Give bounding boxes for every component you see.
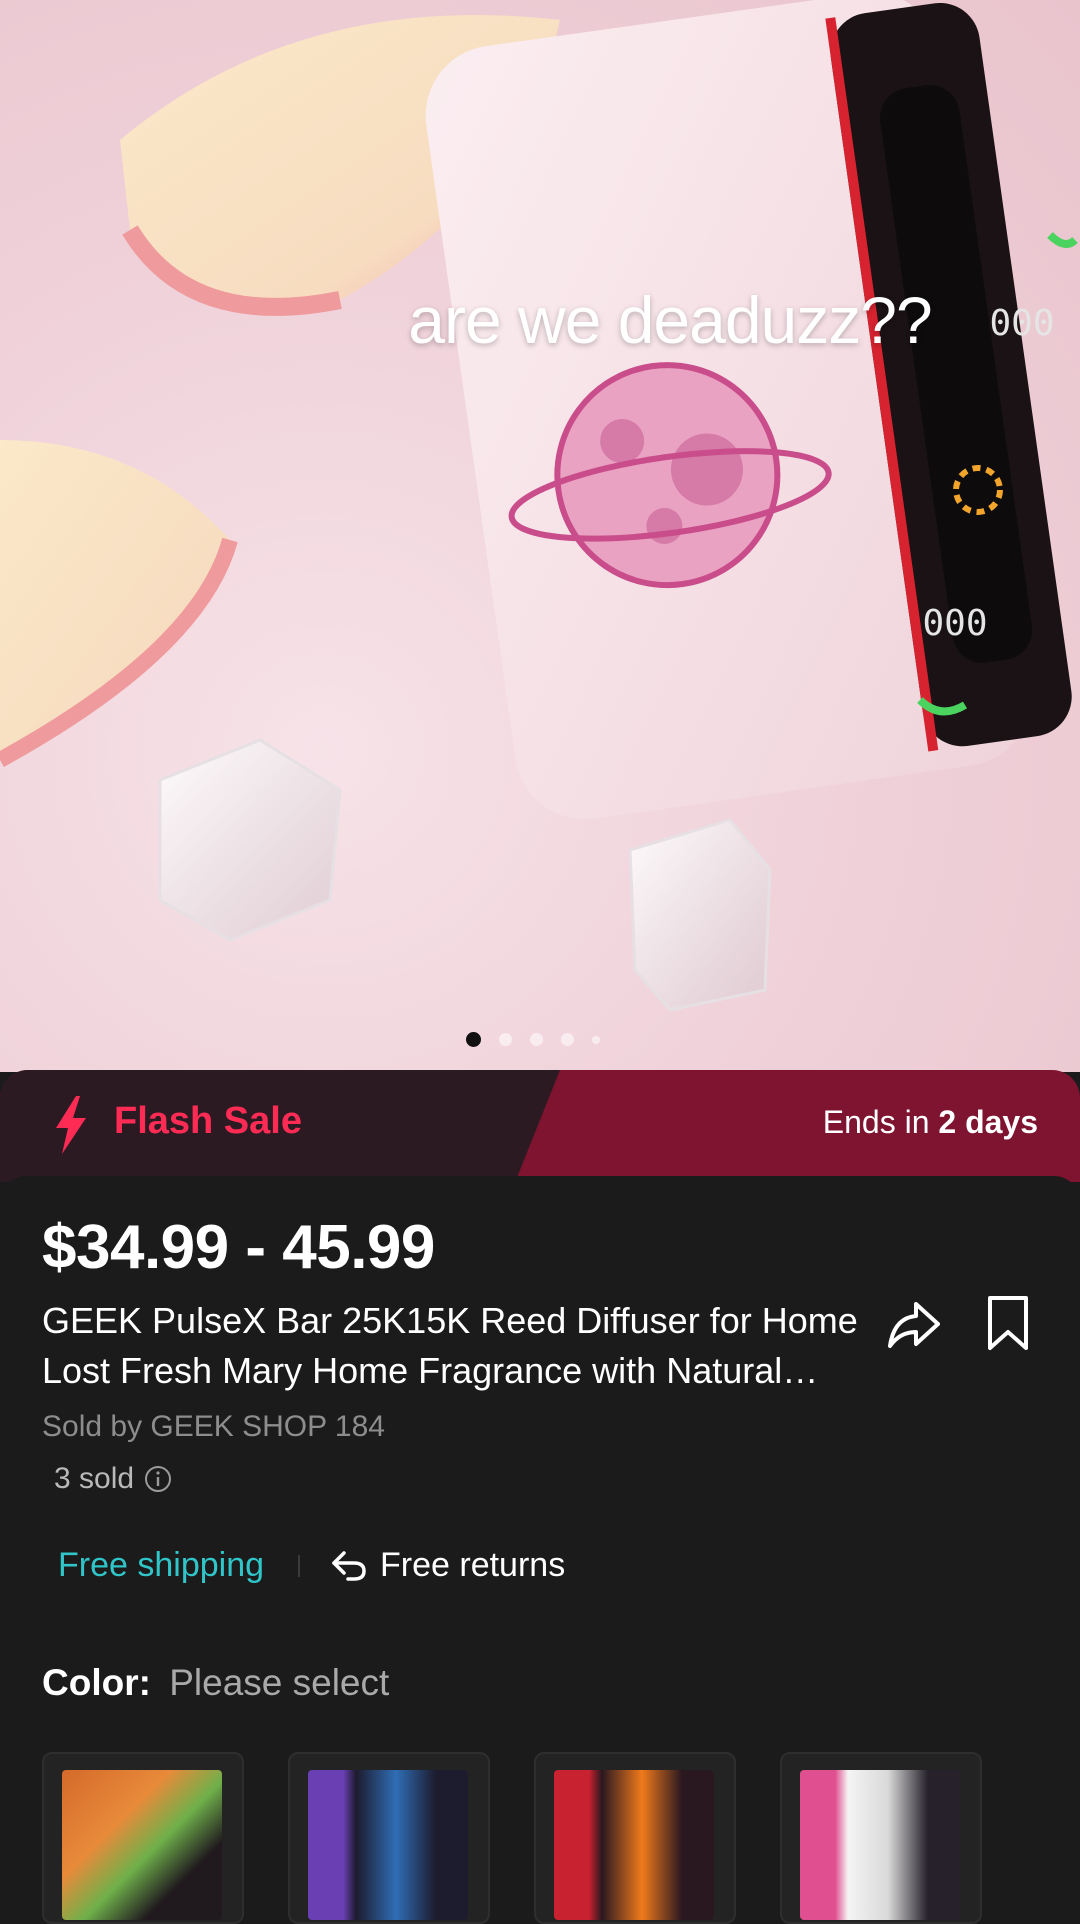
color-selected-value: Please select (169, 1662, 390, 1703)
variant-thumbnail[interactable] (42, 1752, 244, 1924)
variant-image (308, 1770, 468, 1920)
lightning-icon (56, 1096, 86, 1154)
ice-cube-left (158, 738, 342, 942)
carousel-dot-active[interactable] (466, 1032, 481, 1047)
sold-count-label: 3 sold (54, 1462, 135, 1495)
ice-cube-right (628, 818, 772, 1012)
variant-thumbnail[interactable] (780, 1752, 982, 1924)
vape-device (425, 0, 1072, 820)
product-title[interactable]: GEEK PulseX Bar 25K15K Reed Diffuser for… (42, 1296, 882, 1396)
color-variant-list (42, 1752, 982, 1924)
sold-count: 3 sold (54, 1462, 172, 1496)
product-info-panel: $34.99 - 45.99 GEEK PulseX Bar 25K15K Re… (0, 1176, 1080, 1924)
bookmark-icon[interactable] (984, 1294, 1032, 1352)
color-selector-header[interactable]: Color: Please select (42, 1662, 389, 1704)
variant-image (554, 1770, 714, 1920)
carousel-dot[interactable] (530, 1033, 543, 1046)
return-arrow-icon (332, 1550, 366, 1581)
carousel-dot[interactable] (561, 1033, 574, 1046)
free-returns[interactable]: Free returns (330, 1546, 565, 1585)
flash-sale-ends-prefix: Ends in (822, 1104, 939, 1140)
video-caption-text: are we deaduzz?? (408, 283, 932, 357)
carousel-indicator (466, 1032, 600, 1047)
product-image-carousel[interactable]: 000 000 are we deaduzz?? (0, 0, 1080, 1072)
carousel-dot[interactable] (592, 1035, 600, 1044)
share-arrow-icon[interactable] (886, 1296, 942, 1352)
variant-thumbnail[interactable] (534, 1752, 736, 1924)
product-photo: 000 000 (0, 0, 1078, 1012)
shipping-info-row[interactable]: Free shipping Free returns (58, 1546, 565, 1585)
free-returns-label: Free returns (380, 1546, 566, 1584)
variant-image (800, 1770, 960, 1920)
variant-image (62, 1770, 222, 1920)
flash-sale-label: Flash Sale (114, 1100, 302, 1142)
seller-name[interactable]: Sold by GEEK SHOP 184 (42, 1410, 385, 1444)
divider (298, 1554, 301, 1577)
color-label: Color: (42, 1662, 151, 1703)
carousel-dot[interactable] (499, 1033, 512, 1046)
price-range: $34.99 - 45.99 (42, 1213, 435, 1282)
flash-sale-countdown: Ends in 2 days (823, 1104, 1038, 1141)
free-shipping-label[interactable]: Free shipping (58, 1546, 264, 1585)
flash-sale-banner: Flash Sale Ends in 2 days (0, 1070, 1080, 1182)
info-icon[interactable] (144, 1465, 172, 1493)
flash-sale-ends-value: 2 days (938, 1104, 1038, 1140)
device-readout-bottom: 000 (922, 603, 987, 644)
variant-thumbnail[interactable] (288, 1752, 490, 1924)
